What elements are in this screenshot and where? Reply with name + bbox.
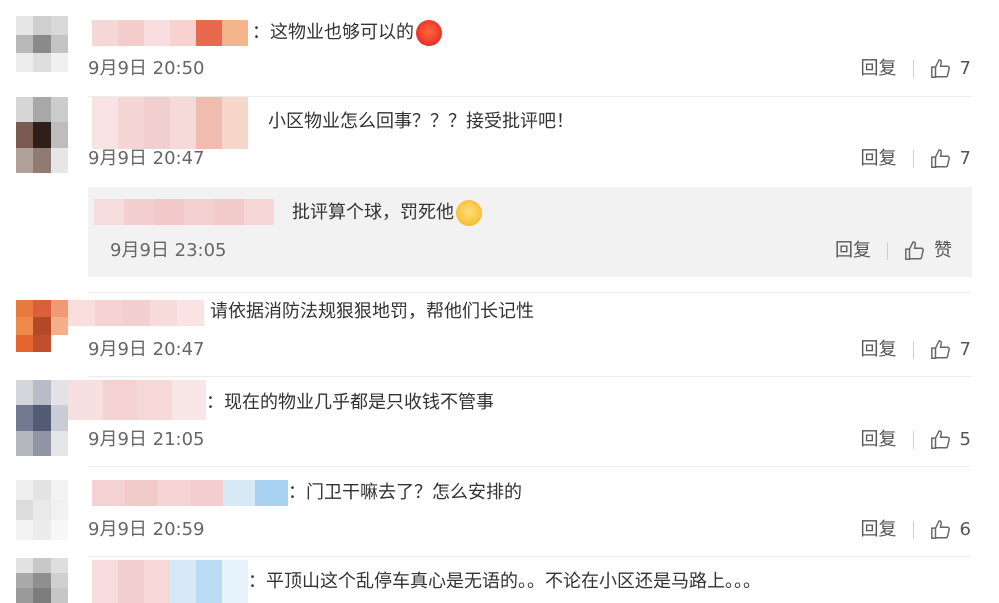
reply-button[interactable]: 回复 xyxy=(835,240,871,262)
username-pixelated[interactable] xyxy=(92,480,289,506)
like-count[interactable]: 7 xyxy=(960,58,971,80)
username-pixelated[interactable] xyxy=(92,20,248,46)
laugh-cry-icon xyxy=(456,200,482,226)
comment-time: 9月9日 20:50 xyxy=(88,58,205,79)
angry-face-icon xyxy=(416,20,442,46)
reply-time: 9月9日 23:05 xyxy=(110,240,227,261)
username-pixelated[interactable] xyxy=(68,380,206,420)
username-pixelated[interactable] xyxy=(94,199,274,225)
comment-text: ：平顶山这个乱停车真心是无语的。。不论在小区还是马路上。。。 xyxy=(248,571,761,592)
thumbs-up-icon[interactable] xyxy=(930,58,952,80)
thumbs-up-icon[interactable] xyxy=(930,339,952,361)
username-pixelated[interactable] xyxy=(92,560,248,603)
comment-text: ：这物业也够可以的 xyxy=(252,20,442,46)
comment-time: 9月9日 20:59 xyxy=(88,519,205,540)
username-pixelated[interactable] xyxy=(92,97,248,149)
divider xyxy=(88,292,971,293)
like-count[interactable]: 5 xyxy=(960,429,971,451)
avatar[interactable] xyxy=(16,380,68,456)
thumbs-up-icon[interactable] xyxy=(930,429,952,451)
like-count[interactable]: 7 xyxy=(960,148,971,170)
avatar[interactable] xyxy=(16,97,68,173)
comment-actions: 回复 6 xyxy=(861,519,971,541)
divider xyxy=(88,376,971,377)
divider xyxy=(88,556,971,557)
like-label[interactable]: 赞 xyxy=(934,240,952,262)
reply-button[interactable]: 回复 xyxy=(861,58,897,80)
separator xyxy=(912,60,914,78)
reply-button[interactable]: 回复 xyxy=(861,519,897,541)
reply-actions: 回复 赞 xyxy=(835,240,952,262)
comment-time: 9月9日 20:47 xyxy=(88,339,205,360)
reply-button[interactable]: 回复 xyxy=(861,148,897,170)
divider xyxy=(88,466,971,467)
separator xyxy=(887,242,888,260)
like-count[interactable]: 6 xyxy=(960,519,971,541)
username-pixelated[interactable] xyxy=(68,300,205,326)
comment-actions: 回复 7 xyxy=(861,58,971,80)
comment-actions: 回复 5 xyxy=(861,429,971,451)
thumbs-up-icon[interactable] xyxy=(930,148,952,170)
thumbs-up-icon[interactable] xyxy=(904,240,926,262)
comment-time: 9月9日 21:05 xyxy=(88,429,205,450)
avatar[interactable] xyxy=(16,16,68,72)
comment-text: ：门卫干嘛去了？怎么安排的 xyxy=(288,482,522,503)
separator xyxy=(912,431,914,449)
separator xyxy=(912,341,914,359)
separator xyxy=(912,521,914,539)
reply-button[interactable]: 回复 xyxy=(861,339,897,361)
comment-text: 小区物业怎么回事？？？接受批评吧！ xyxy=(268,111,574,132)
comment-text: ：现在的物业几乎都是只收钱不管事 xyxy=(206,392,494,413)
avatar[interactable] xyxy=(16,558,68,603)
comment-actions: 回复 7 xyxy=(861,148,971,170)
reply-button[interactable]: 回复 xyxy=(861,429,897,451)
like-count[interactable]: 7 xyxy=(960,339,971,361)
nested-reply: 批评算个球，罚死他 9月9日 23:05 回复 赞 xyxy=(88,187,972,277)
separator xyxy=(912,150,914,168)
avatar[interactable] xyxy=(16,480,68,540)
comment-actions: 回复 7 xyxy=(861,339,971,361)
reply-text: 批评算个球，罚死他 xyxy=(292,200,482,226)
thumbs-up-icon[interactable] xyxy=(930,519,952,541)
comment-text: 请依据消防法规狠狠地罚，帮他们长记性 xyxy=(210,301,534,322)
comment-time: 9月9日 20:47 xyxy=(88,148,205,169)
avatar[interactable] xyxy=(16,300,68,352)
